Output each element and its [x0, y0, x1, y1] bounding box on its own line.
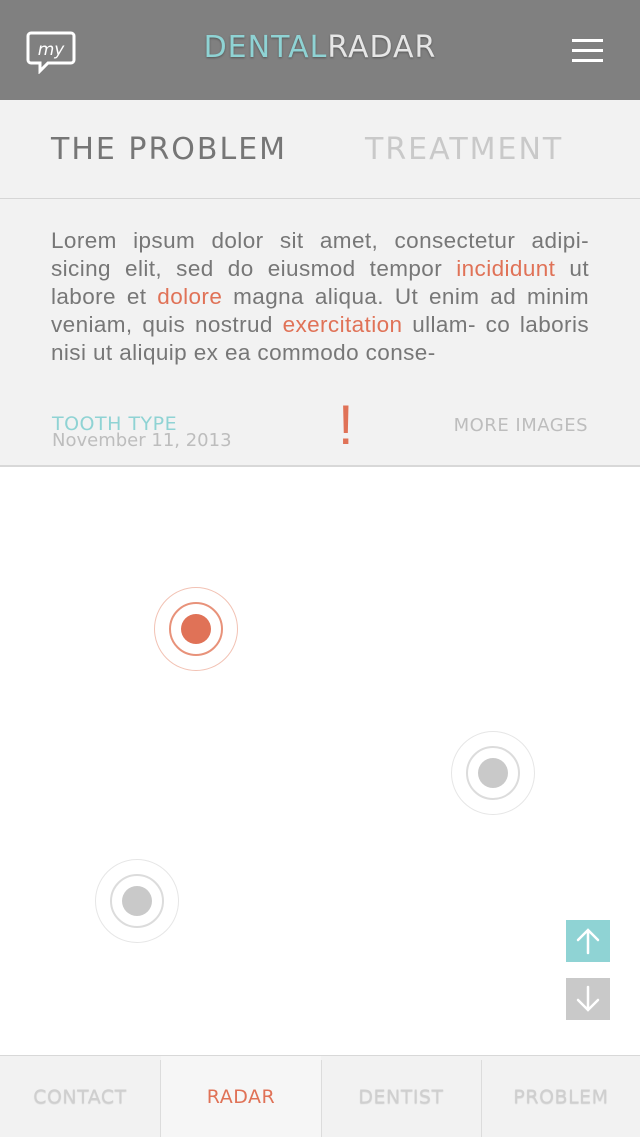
radar-area	[0, 467, 640, 1055]
arrow-up-icon	[576, 928, 600, 955]
nav-item-contact[interactable]: CONTACT	[0, 1056, 160, 1137]
brand-part-dental: DENTAL	[203, 30, 328, 65]
app-brand-title: DENTALRADAR	[0, 30, 640, 65]
problem-description: Lorem ipsum dolor sit amet, consectetur …	[51, 227, 589, 367]
app-header: my DENTALRADAR	[0, 0, 640, 100]
nav-item-problem[interactable]: PROBLEM	[482, 1056, 640, 1137]
arrow-down-icon	[576, 985, 600, 1012]
problem-panel: Lorem ipsum dolor sit amet, consectetur …	[0, 199, 640, 467]
desc-highlight-incididunt[interactable]: incididunt	[456, 256, 555, 281]
bottom-navigation: CONTACT RADAR DENTIST PROBLEM	[0, 1055, 640, 1137]
brand-part-radar: RADAR	[327, 30, 437, 65]
nav-item-dentist[interactable]: DENTIST	[322, 1056, 480, 1137]
section-tabs: THE PROBLEM TREATMENT	[0, 100, 640, 199]
radar-marker-alert[interactable]	[154, 587, 238, 671]
tab-the-problem[interactable]: THE PROBLEM	[51, 132, 287, 167]
radar-marker-normal[interactable]	[95, 859, 179, 943]
desc-highlight-dolore[interactable]: dolore	[157, 284, 222, 309]
tab-treatment[interactable]: TREATMENT	[365, 132, 563, 167]
hamburger-menu-icon[interactable]	[568, 38, 606, 64]
scroll-up-button[interactable]	[566, 920, 610, 962]
alert-exclamation-icon: !	[338, 393, 354, 456]
more-images-link[interactable]: MORE IMAGES	[454, 415, 588, 436]
nav-item-radar[interactable]: RADAR	[161, 1056, 321, 1137]
scroll-down-button[interactable]	[566, 978, 610, 1020]
radar-marker-normal[interactable]	[451, 731, 535, 815]
problem-date: November 11, 2013	[52, 430, 232, 451]
desc-highlight-exercitation[interactable]: exercitation	[283, 312, 403, 337]
